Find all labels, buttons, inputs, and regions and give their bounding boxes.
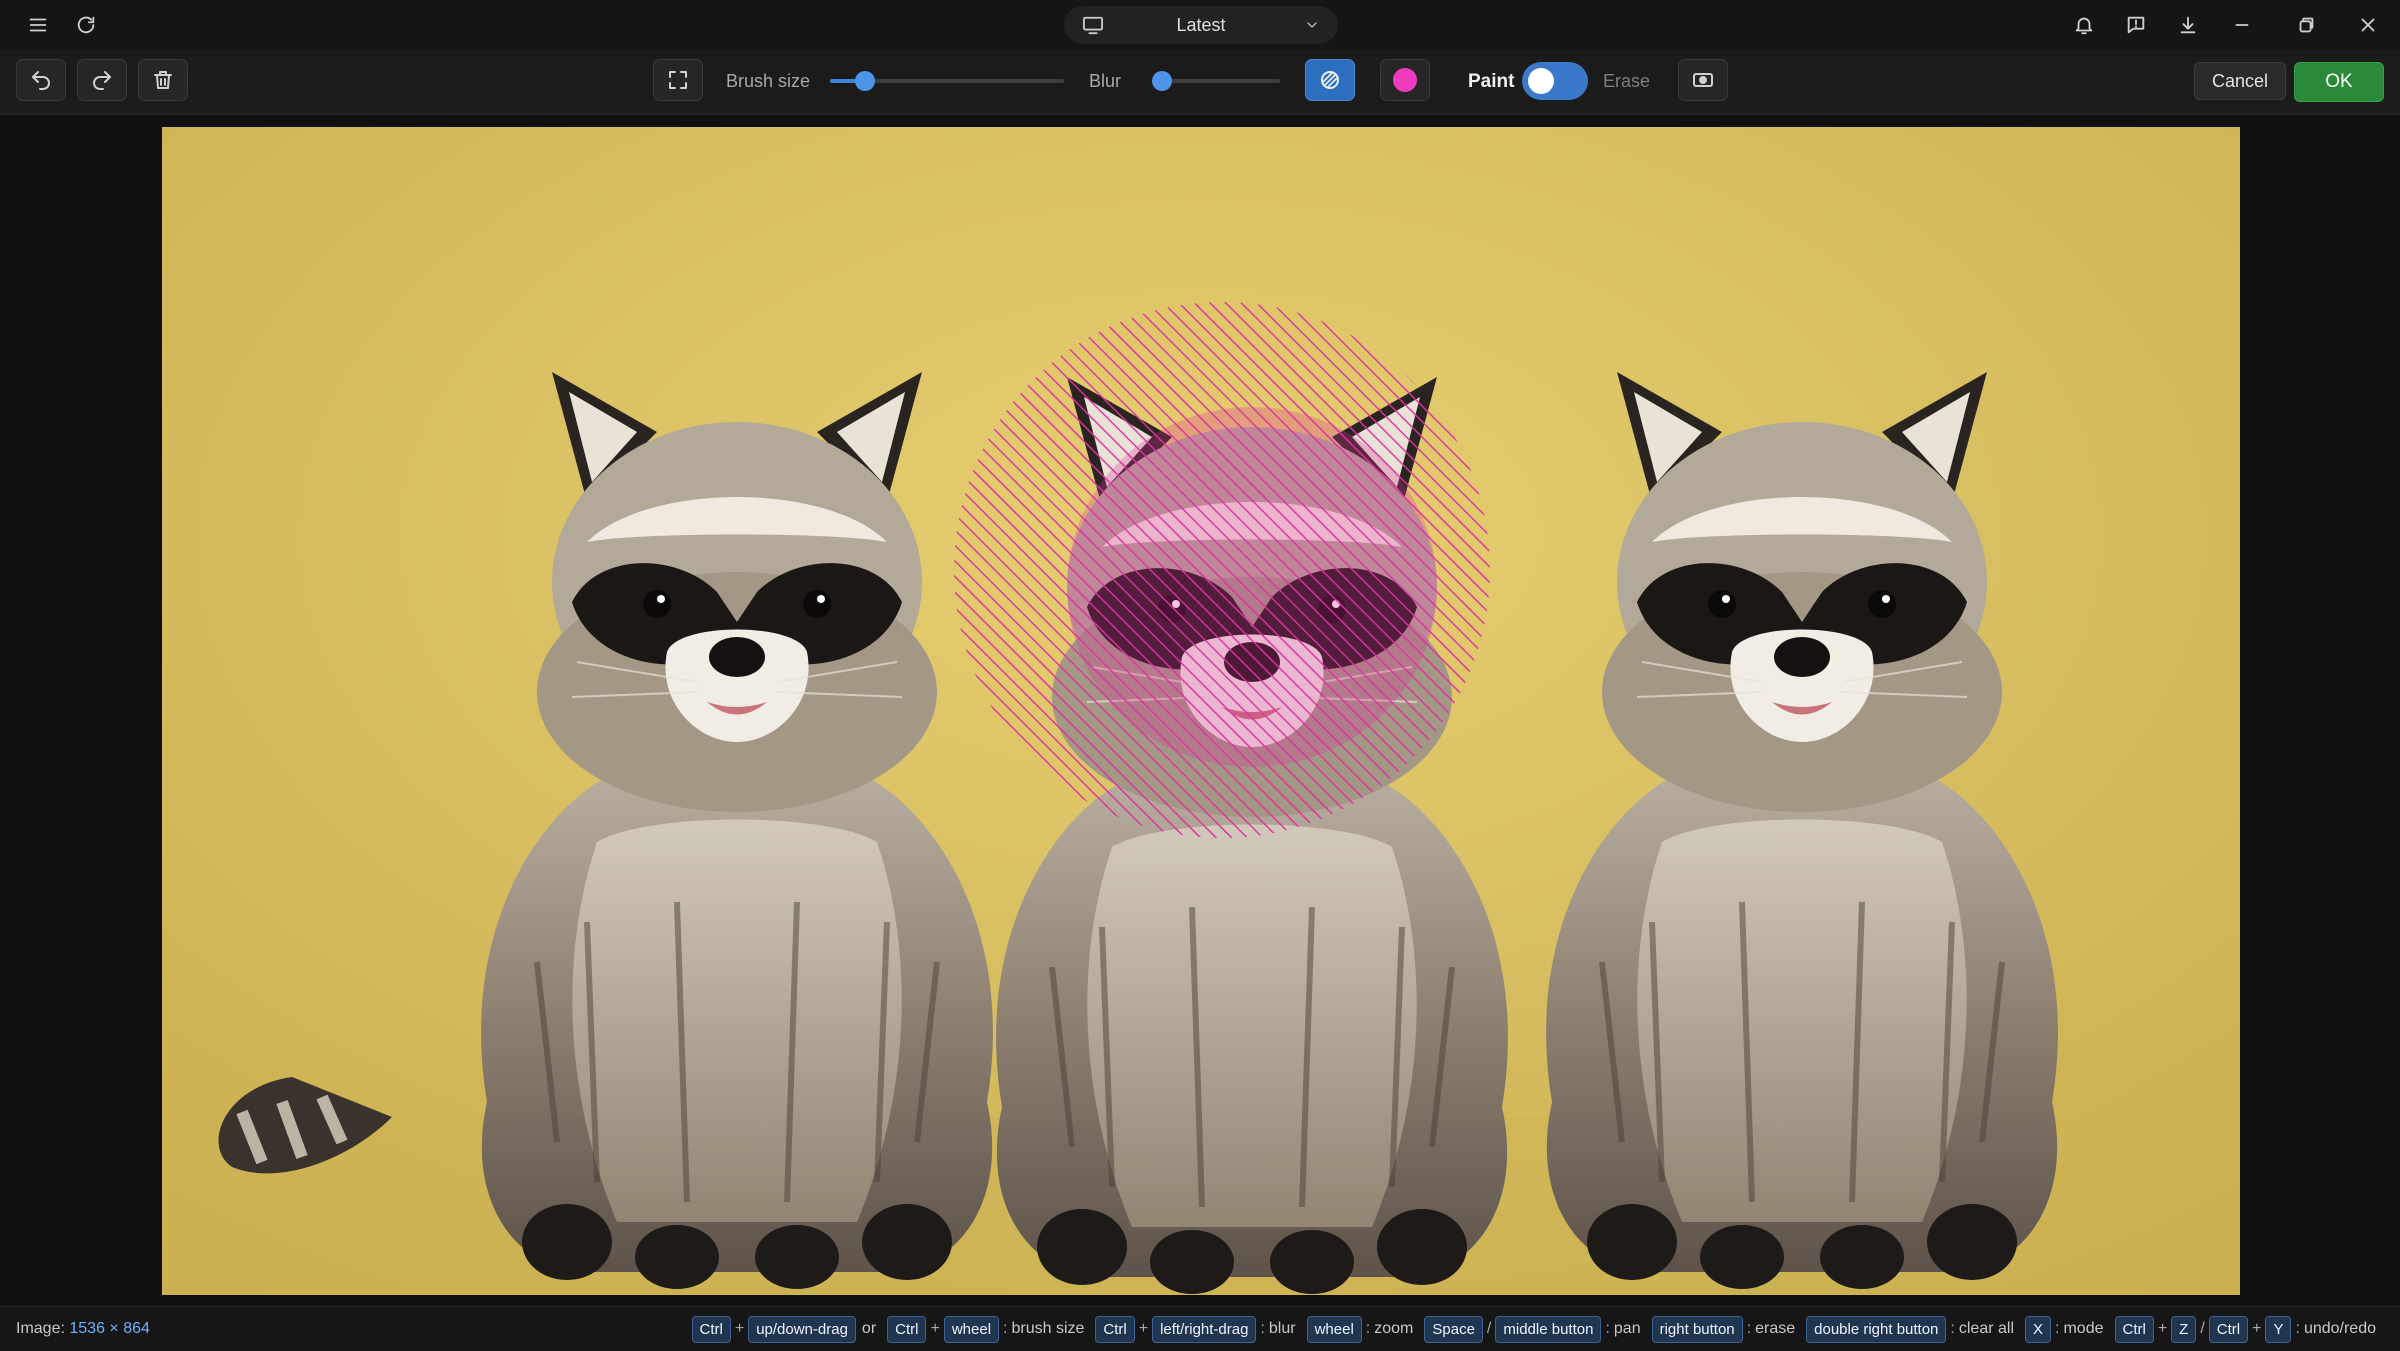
paint-erase-toggle[interactable] [1522, 62, 1588, 100]
title-bar: Latest [0, 0, 2400, 50]
hint-colon: : [2295, 1320, 2300, 1337]
menu-icon[interactable] [22, 9, 54, 41]
hint-colon: : [1950, 1320, 1955, 1337]
blur-handle[interactable] [1152, 71, 1172, 91]
mask-color-button[interactable] [1380, 59, 1430, 101]
shortcut-description: blur [1268, 1320, 1296, 1337]
shortcut-description: brush size [1011, 1320, 1085, 1337]
blur-slider[interactable] [1152, 71, 1280, 91]
shortcut-key: double right button [1806, 1315, 1947, 1343]
invert-mask-button[interactable] [1678, 59, 1728, 101]
shortcut-description: zoom [1374, 1320, 1414, 1337]
toggle-knob [1528, 68, 1554, 94]
shortcut-description: mode [2063, 1320, 2104, 1337]
shortcut-key: X [2025, 1315, 2052, 1343]
shortcut-key: Ctrl [1095, 1315, 1135, 1343]
cancel-button[interactable]: Cancel [2194, 62, 2286, 100]
shortcut-key: Y [2265, 1315, 2292, 1343]
chevron-down-icon [1304, 17, 1320, 33]
shortcut-key: Z [2171, 1315, 2197, 1343]
shortcut-description: erase [1755, 1320, 1796, 1337]
status-bar: Image: 1536 × 864 Ctrl + up/down-drag or Ctr… [0, 1306, 2400, 1351]
version-label: Latest [1176, 15, 1226, 35]
restore-icon[interactable] [2290, 9, 2322, 41]
shortcut-description: clear all [1958, 1320, 2014, 1337]
color-swatch-icon [1393, 68, 1417, 92]
image-info: Image: 1536 × 864 [16, 1320, 150, 1338]
key-separator: / [1486, 1320, 1492, 1337]
fullscreen-icon [666, 68, 690, 92]
key-separator: + [2252, 1320, 2262, 1337]
close-icon[interactable] [2352, 9, 2384, 41]
paint-mode-label: Paint [1468, 71, 1515, 92]
hint-colon: : [2055, 1320, 2060, 1337]
shortcut-key: middle button [1495, 1315, 1602, 1343]
key-separator: + [734, 1320, 745, 1337]
redo-button[interactable] [77, 59, 127, 101]
shortcut-key: left/right-drag [1152, 1315, 1257, 1343]
hint-or: or [861, 1320, 877, 1337]
key-separator: + [930, 1320, 940, 1337]
minimize-icon[interactable] [2226, 9, 2258, 41]
hint-colon: : [1365, 1320, 1371, 1337]
bell-icon[interactable] [2068, 9, 2100, 41]
hint-colon: : [1746, 1320, 1752, 1337]
redo-icon [90, 68, 114, 92]
hint-colon: : [1003, 1320, 1008, 1337]
undo-button[interactable] [16, 59, 66, 101]
refresh-icon[interactable] [70, 9, 102, 41]
hint-colon: : [1260, 1320, 1265, 1337]
mask-stroke [954, 302, 1490, 838]
download-icon[interactable] [2172, 9, 2204, 41]
key-separator: + [2157, 1320, 2168, 1337]
shortcut-key: Ctrl [2208, 1315, 2249, 1343]
shortcut-key: wheel [1306, 1315, 1362, 1343]
shortcut-description: pan [1613, 1320, 1641, 1337]
key-separator: / [2200, 1320, 2205, 1337]
mask-toolbar: Brush size Blur Paint Erase Cancel OK [0, 50, 2400, 115]
shortcut-key: wheel [943, 1315, 1000, 1343]
image-size-value: 1536 × 864 [69, 1320, 150, 1337]
shortcut-hints: Ctrl + up/down-drag or Ctrl + wheel: brush size… [689, 1315, 2384, 1343]
shortcut-key: Space [1424, 1315, 1483, 1343]
shortcut-key: Ctrl [2114, 1315, 2154, 1343]
invert-mask-icon [1691, 68, 1715, 92]
blur-label: Blur [1089, 71, 1122, 91]
image-info-label: Image: [16, 1320, 65, 1337]
version-selector[interactable]: Latest [1064, 6, 1338, 44]
feedback-icon[interactable] [2120, 9, 2152, 41]
shortcut-key: up/down-drag [748, 1315, 856, 1343]
key-separator: + [1138, 1320, 1149, 1337]
erase-mode-label: Erase [1603, 71, 1651, 91]
shortcut-key: Ctrl [691, 1315, 731, 1343]
clear-mask-button[interactable] [138, 59, 188, 101]
fit-view-button[interactable] [653, 59, 703, 101]
brush-size-slider[interactable] [830, 71, 1064, 91]
image-canvas[interactable] [0, 115, 2400, 1305]
undo-icon [29, 68, 53, 92]
mask-pattern-button[interactable] [1305, 59, 1355, 101]
brush-size-label: Brush size [726, 71, 811, 91]
shortcut-description: undo/redo [2303, 1320, 2376, 1337]
brush-size-handle[interactable] [855, 71, 876, 91]
shortcut-key: Ctrl [887, 1315, 927, 1343]
mask-pattern-icon [1318, 68, 1342, 92]
trash-icon [151, 68, 175, 92]
raccoon-photo[interactable] [162, 127, 2240, 1295]
hint-colon: : [1605, 1320, 1610, 1337]
shortcut-key: right button [1651, 1315, 1743, 1343]
ok-button[interactable]: OK [2294, 62, 2384, 102]
